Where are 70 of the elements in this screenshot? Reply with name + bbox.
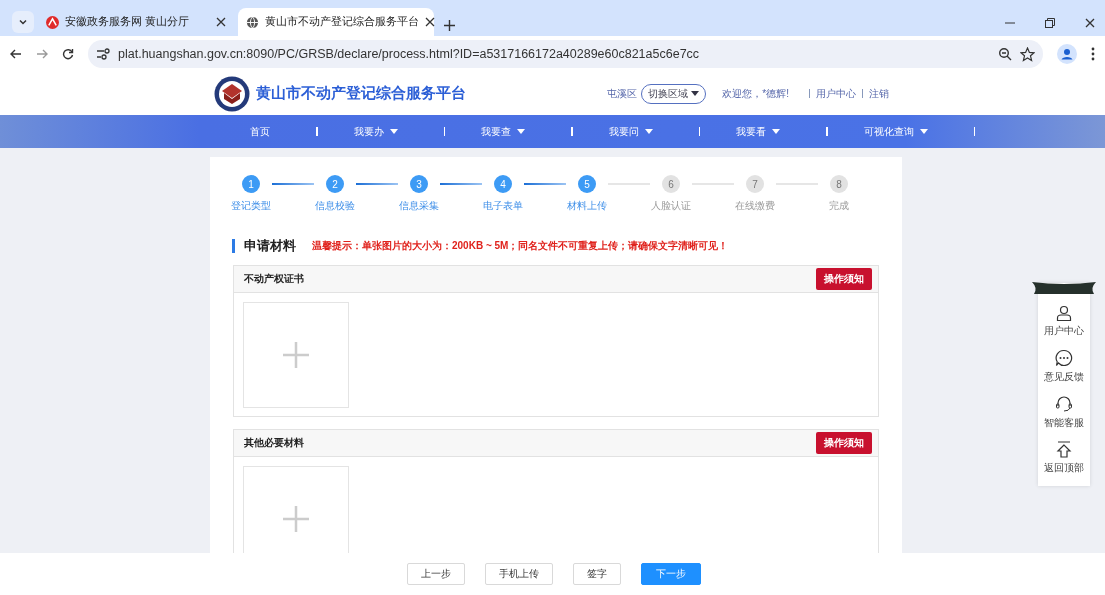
step-number: 6	[662, 175, 680, 193]
nav-menu-item[interactable]: 我要办	[353, 124, 384, 139]
header-link[interactable]: 注销	[869, 86, 889, 101]
step-label: 登记类型	[231, 199, 271, 213]
step-number: 5	[578, 175, 596, 193]
panel-roof-drawing	[1032, 282, 1096, 294]
plus-icon	[283, 342, 309, 368]
address-bar[interactable]: plat.huangshan.gov.cn:8090/PC/GRSB/declare/process.html?ID=a5317166172a40289e60c821a5c6e7cc	[88, 40, 1043, 68]
step-number: 8	[830, 175, 848, 193]
header-link[interactable]: 用户中心	[816, 86, 856, 101]
material-title: 不动产权证书	[244, 272, 304, 286]
step-number: 4	[494, 175, 512, 193]
step-label: 完成	[829, 199, 849, 213]
upload-notice: 温馨提示：单张图片的大小为：200KB ~ 5M；同名文件不可重复上传；请确保文字清晰可见！	[312, 239, 729, 253]
welcome-text: 欢迎您，*德辉!	[722, 86, 789, 101]
profile-avatar-icon[interactable]	[1057, 44, 1077, 64]
restore-icon[interactable]	[1045, 18, 1055, 28]
step-label: 人脸认证	[651, 199, 691, 213]
nav-menu-item[interactable]: 可视化查询	[863, 124, 914, 139]
material-title: 其他必要材料	[244, 436, 304, 450]
step-label: 信息校验	[315, 199, 355, 213]
side-menu-item[interactable]: 返回顶部	[1044, 461, 1084, 475]
step-label: 材料上传	[567, 199, 607, 213]
site-settings-icon[interactable]	[96, 48, 110, 60]
back-to-top-icon	[1056, 441, 1072, 458]
close-tab-icon[interactable]	[216, 17, 226, 27]
section-title: 申请材料	[232, 239, 296, 253]
back-arrow-icon[interactable]	[10, 48, 22, 60]
nav-menu-item[interactable]: 我要查	[481, 124, 511, 139]
close-tab-icon[interactable]	[425, 17, 435, 27]
region-switch-dropdown[interactable]: 切换区域	[641, 83, 707, 104]
step-button[interactable]: 手机上传	[484, 563, 553, 585]
upload-tile[interactable]	[243, 302, 349, 408]
instructions-button[interactable]: 操作须知	[816, 432, 872, 454]
browser-tab[interactable]: 黄山市不动产登记综合服务平台	[238, 8, 434, 36]
side-menu-item[interactable]: 用户中心	[1044, 324, 1084, 338]
step-button[interactable]: 上一步	[406, 563, 465, 585]
browser-tab[interactable]: 安徽政务服务网 黄山分厅	[38, 8, 234, 36]
plus-icon	[283, 506, 309, 532]
forward-arrow-icon[interactable]	[36, 48, 48, 60]
site-title: 黄山市不动产登记综合服务平台	[256, 84, 467, 103]
caret-icon	[691, 91, 700, 96]
bookmark-star-icon[interactable]	[1020, 46, 1035, 62]
nav-menu-item[interactable]: 我要看	[736, 124, 766, 139]
step-button[interactable]: 签字	[572, 563, 621, 585]
new-tab-icon[interactable]	[444, 20, 455, 31]
tab-list-caret-icon[interactable]	[18, 17, 28, 27]
step-number: 1	[242, 175, 260, 193]
globe-icon	[246, 15, 259, 29]
side-menu-item[interactable]: 意见反馈	[1044, 370, 1084, 384]
step-number: 3	[410, 175, 428, 193]
nav-menu-item[interactable]: 我要问	[608, 124, 639, 139]
chat-bubble-icon	[1055, 349, 1073, 367]
step-number: 7	[746, 175, 764, 193]
step-label: 电子表单	[483, 199, 523, 213]
menu-icon[interactable]	[1091, 47, 1095, 61]
zoom-out-icon[interactable]	[998, 47, 1012, 61]
instructions-button[interactable]: 操作须知	[816, 268, 872, 290]
headset-icon	[1055, 395, 1073, 413]
step-label: 在线缴费	[735, 199, 775, 213]
platform-logo	[214, 75, 250, 112]
step-number: 2	[326, 175, 344, 193]
side-menu-item[interactable]: 智能客服	[1044, 416, 1084, 430]
close-window-icon[interactable]	[1085, 18, 1095, 28]
step-label: 信息采集	[399, 199, 439, 213]
nav-menu-item[interactable]: 首页	[250, 124, 270, 139]
reload-icon[interactable]	[62, 48, 74, 60]
district-label: 屯溪区	[607, 86, 638, 101]
user-icon	[1056, 305, 1072, 321]
site-logo-icon	[46, 15, 59, 29]
